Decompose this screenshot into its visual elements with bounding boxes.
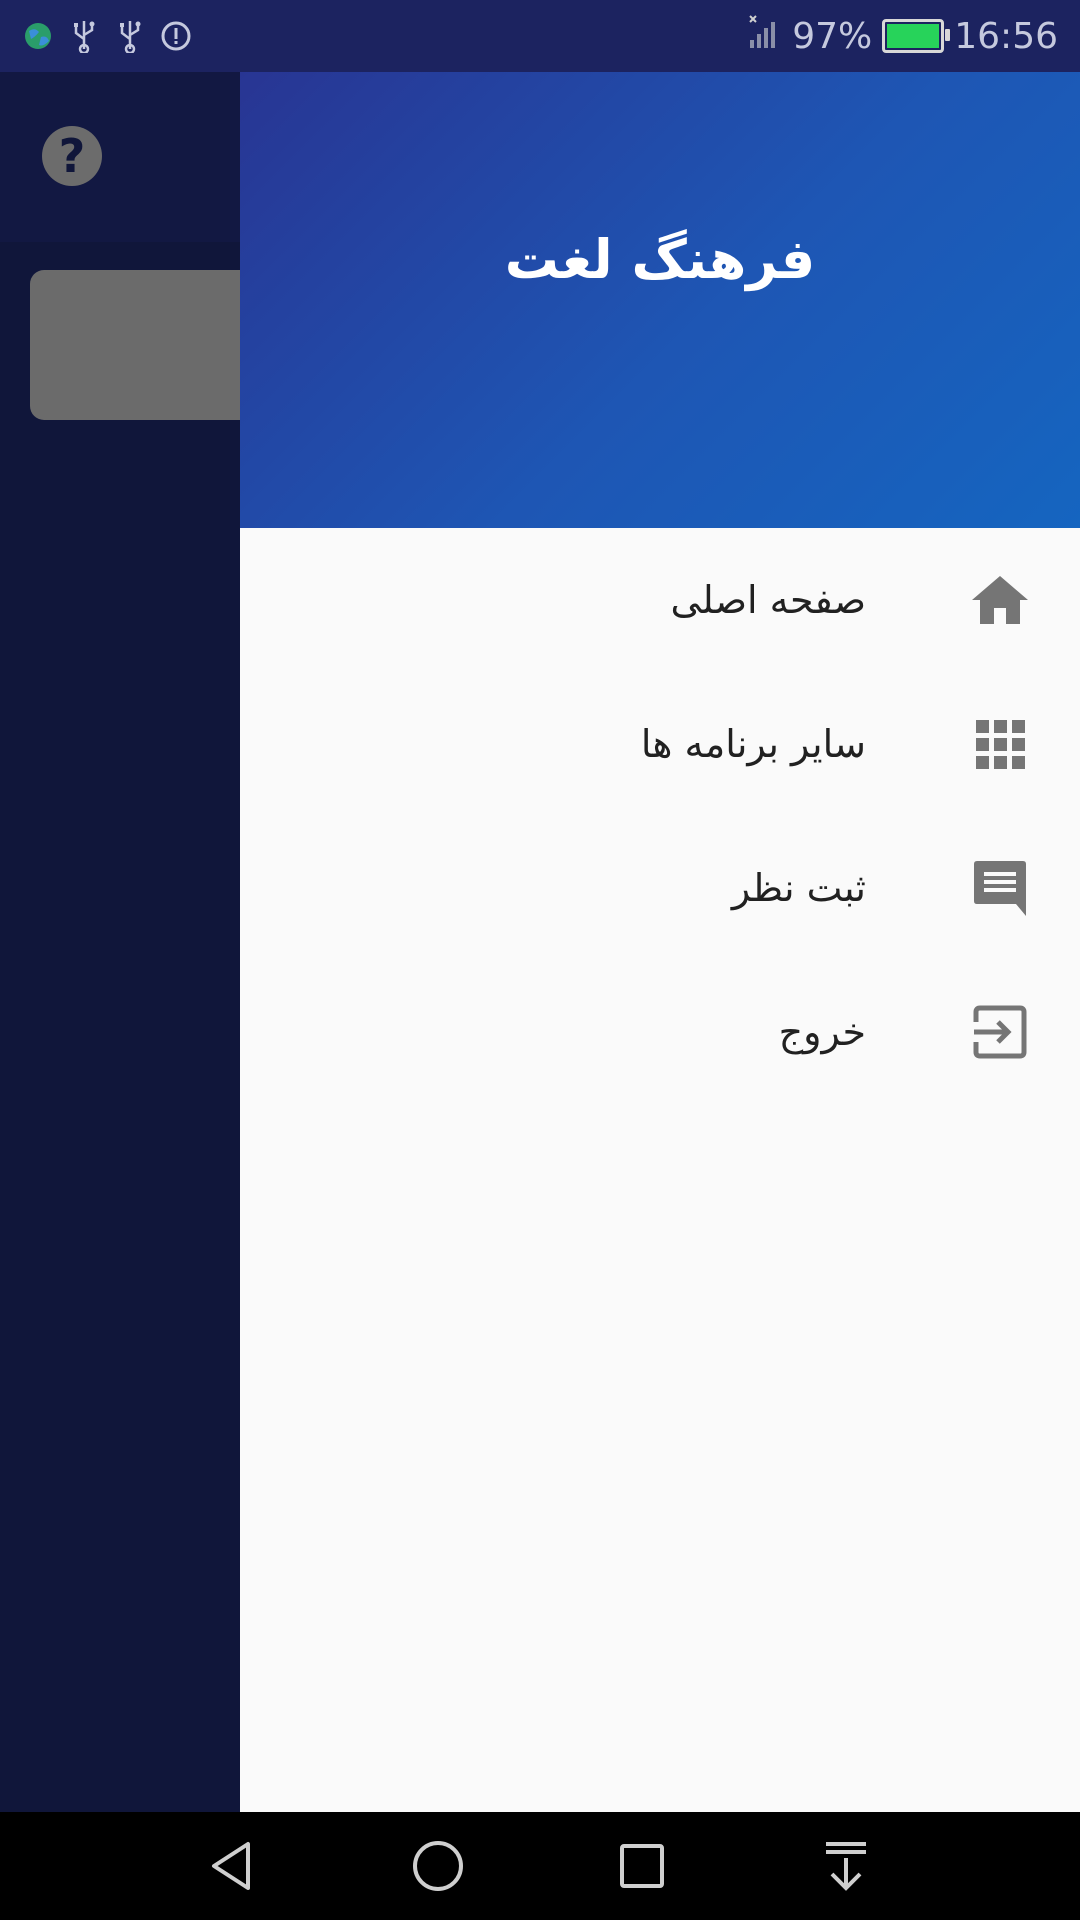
- clock: 16:56: [954, 15, 1058, 57]
- notifications-pull-icon[interactable]: [816, 1836, 876, 1896]
- menu-item-home[interactable]: صفحه اصلی: [240, 528, 1080, 672]
- menu-item-label: خروج: [778, 1010, 866, 1054]
- alert-icon: [160, 20, 192, 52]
- status-system-info: 97% 16:56: [748, 0, 1058, 72]
- menu-item-other-apps[interactable]: سایر برنامه ها: [240, 672, 1080, 816]
- menu-item-label: سایر برنامه ها: [640, 722, 866, 766]
- recents-icon[interactable]: [612, 1836, 672, 1896]
- status-bar: 97% 16:56: [0, 0, 1080, 72]
- status-notification-icons: [22, 16, 192, 56]
- battery-icon: [882, 19, 951, 53]
- drawer-title: فرهنگ لغت: [504, 228, 816, 291]
- exit-icon: [970, 1002, 1030, 1062]
- menu-item-feedback[interactable]: ثبت نظر: [240, 816, 1080, 960]
- navigation-drawer: فرهنگ لغت صفحه اصلی سایر برنامه ها ثبت ن…: [240, 0, 1080, 1812]
- screen: ? 97% 16:56 فرهنگ لغت صفحه اصلی سایر برن…: [0, 0, 1080, 1920]
- usb-icon: [114, 20, 146, 53]
- system-navigation-bar: [0, 1812, 1080, 1920]
- drawer-header: [240, 72, 1080, 528]
- home-icon: [970, 570, 1030, 630]
- drawer-menu: صفحه اصلی سایر برنامه ها ثبت نظر خروج: [240, 528, 1080, 1104]
- usb-icon: [68, 20, 100, 53]
- comment-icon: [970, 858, 1030, 918]
- signal-icon: [748, 14, 782, 59]
- apps-grid-icon: [970, 714, 1030, 774]
- globe-icon: [22, 20, 54, 52]
- back-icon[interactable]: [204, 1836, 264, 1896]
- help-icon[interactable]: ?: [42, 126, 102, 186]
- menu-item-label: صفحه اصلی: [670, 578, 866, 622]
- menu-item-label: ثبت نظر: [731, 866, 866, 910]
- menu-item-exit[interactable]: خروج: [240, 960, 1080, 1104]
- battery-percent: 97%: [792, 15, 873, 57]
- home-circle-icon[interactable]: [408, 1836, 468, 1896]
